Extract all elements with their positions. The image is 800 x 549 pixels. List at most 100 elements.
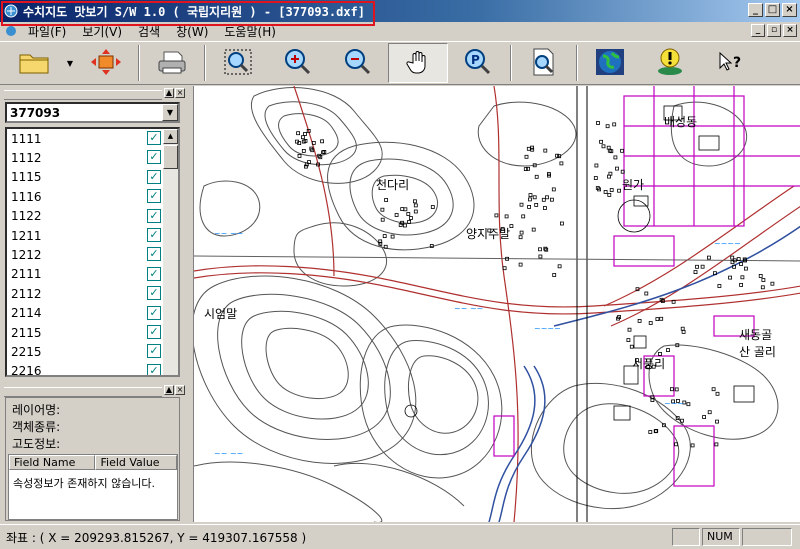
mdi-minimize-button[interactable]: _ (751, 24, 765, 37)
layer-row[interactable]: 1112 ✓ (7, 148, 178, 167)
layer-visibility-checkbox[interactable]: ✓ (147, 150, 161, 165)
coordinate-readout: 좌표 : ( X = 209293.815267, Y = 419307.167… (6, 530, 307, 545)
layer-visibility-checkbox[interactable]: ✓ (147, 324, 161, 339)
status-panel-blank (672, 528, 700, 546)
svg-text:?: ? (733, 55, 741, 71)
col-field-name[interactable]: Field Name (9, 455, 96, 470)
pan-position-button[interactable]: P (448, 43, 508, 83)
menu-file[interactable]: 파일(F) (20, 23, 74, 40)
layer-visibility-checkbox[interactable]: ✓ (147, 169, 161, 184)
layer-row[interactable]: 1116 ✓ (7, 187, 178, 206)
layer-code: 2111 (11, 267, 42, 282)
zoom-out-button[interactable] (328, 43, 388, 83)
layer-visibility-checkbox[interactable]: ✓ (147, 266, 161, 281)
menu-window[interactable]: 창(W) (168, 23, 216, 40)
layer-code: 2215 (11, 344, 42, 359)
layer-visibility-checkbox[interactable]: ✓ (147, 131, 161, 145)
layer-row[interactable]: 2215 ✓ (7, 342, 178, 361)
object-type-label: 객체종류: (12, 420, 61, 434)
layer-visibility-checkbox[interactable]: ✓ (147, 363, 161, 375)
close-button[interactable]: × (782, 3, 797, 17)
info-close-button[interactable]: × (175, 385, 185, 395)
exclamation-pin-icon (654, 47, 686, 80)
layer-code: 1212 (11, 248, 42, 263)
layer-visibility-checkbox[interactable]: ✓ (147, 208, 161, 223)
layer-row[interactable]: 2112 ✓ (7, 284, 178, 303)
maximize-button[interactable]: □ (765, 3, 780, 17)
layer-visibility-checkbox[interactable]: ✓ (147, 227, 161, 242)
panel-dock-button[interactable]: ▲ (164, 88, 174, 98)
printer-icon (156, 48, 188, 79)
pan-hand-button[interactable] (388, 43, 448, 83)
toolbar: ▼ P ? (0, 41, 800, 85)
chevron-down-icon[interactable]: ▼ (162, 104, 178, 121)
menu-search[interactable]: 검색 (130, 23, 168, 40)
zoom-in-icon (282, 47, 314, 80)
arrange-arrows-icon (90, 48, 122, 79)
layer-row[interactable]: 2216 ✓ (7, 362, 178, 377)
num-lock-indicator: NUM (702, 528, 740, 546)
layer-visibility-checkbox[interactable]: ✓ (147, 247, 161, 262)
layer-row[interactable]: 1111 ✓ (7, 129, 178, 148)
map-sheet-select[interactable]: 377093 ▼ (5, 102, 180, 123)
panel-close-button[interactable]: × (175, 88, 185, 98)
map-place-label: 새동골 (739, 328, 772, 342)
status-panel-blank-2 (742, 528, 792, 546)
globe-icon (594, 47, 626, 80)
info-panel-titlebar[interactable]: ▲ × (4, 385, 185, 397)
menu-bar: 파일(F) 보기(V) 검색 창(W) 도움말(H) (0, 22, 800, 40)
map-sheet-selected: 377093 (10, 105, 61, 120)
layer-row[interactable]: 1212 ✓ (7, 245, 178, 264)
layer-code: 2216 (11, 364, 42, 377)
layer-code: 2112 (11, 286, 42, 301)
zoom-window-button[interactable] (208, 43, 268, 83)
doc-icon (4, 24, 18, 38)
title-bar[interactable]: 수치지도 맛보기 S/W 1.0 ( 국립지리원 ) - [377093.dxf… (0, 0, 800, 22)
globe-button[interactable] (580, 43, 640, 83)
info-dock-button[interactable]: ▲ (164, 385, 174, 395)
layer-visibility-checkbox[interactable]: ✓ (147, 286, 161, 301)
info-query-button[interactable] (514, 43, 574, 83)
print-button[interactable] (142, 43, 202, 83)
mdi-close-button[interactable]: × (783, 24, 797, 37)
attribute-table: Field Name Field Value 속성정보가 존재하지 않습니다. (8, 454, 178, 520)
document-magnifier-icon (528, 47, 560, 80)
window-controls: _ □ × (748, 3, 797, 17)
layer-row[interactable]: 2111 ✓ (7, 265, 178, 284)
layer-row[interactable]: 1122 ✓ (7, 207, 178, 226)
layer-list-scrollbar[interactable]: ▲ (163, 129, 178, 375)
minimize-button[interactable]: _ (748, 3, 763, 17)
layer-visibility-checkbox[interactable]: ✓ (147, 305, 161, 320)
layer-arrange-button[interactable] (76, 43, 136, 83)
hand-icon (404, 48, 432, 79)
layer-visibility-checkbox[interactable]: ✓ (147, 189, 161, 204)
layer-row[interactable]: 1115 ✓ (7, 168, 178, 187)
elevation-label: 고도정보: (12, 437, 61, 451)
layer-visibility-checkbox[interactable]: ✓ (147, 344, 161, 359)
zoom-in-button[interactable] (268, 43, 328, 83)
map-place-label: 원가 (622, 178, 644, 192)
scroll-thumb[interactable] (163, 145, 178, 169)
layer-row[interactable]: 2115 ✓ (7, 323, 178, 342)
alert-pin-button[interactable] (640, 43, 700, 83)
scroll-up-button[interactable]: ▲ (163, 129, 178, 144)
mdi-restore-button[interactable]: ▫ (767, 24, 781, 37)
svg-text:~~~~: ~~~~ (534, 324, 561, 333)
map-place-label: 양지주말 (466, 227, 510, 241)
app-icon (3, 3, 19, 19)
menu-view[interactable]: 보기(V) (74, 23, 130, 40)
open-dropdown-arrow[interactable]: ▼ (64, 43, 76, 83)
mdi-controls: _ ▫ × (751, 24, 797, 37)
col-field-value[interactable]: Field Value (95, 455, 177, 470)
svg-text:~~ ~~: ~~ ~~ (214, 449, 243, 458)
layer-panel-titlebar[interactable]: ▲ × (4, 88, 185, 100)
help-query-button[interactable]: ? (700, 43, 760, 83)
menu-help[interactable]: 도움말(H) (216, 23, 284, 40)
help-pointer-icon: ? (714, 47, 746, 80)
layer-code: 2115 (11, 325, 42, 340)
layer-row[interactable]: 2114 ✓ (7, 304, 178, 323)
map-place-label: 산 골리 (739, 345, 776, 359)
open-folder-button[interactable] (4, 43, 64, 83)
map-canvas[interactable]: ~~ ~~ ~~ ~~ ~~~~ ~~~~ ~~ ~~ ~~~ 천다리 양지주말 배… (193, 86, 800, 522)
layer-row[interactable]: 1211 ✓ (7, 226, 178, 245)
